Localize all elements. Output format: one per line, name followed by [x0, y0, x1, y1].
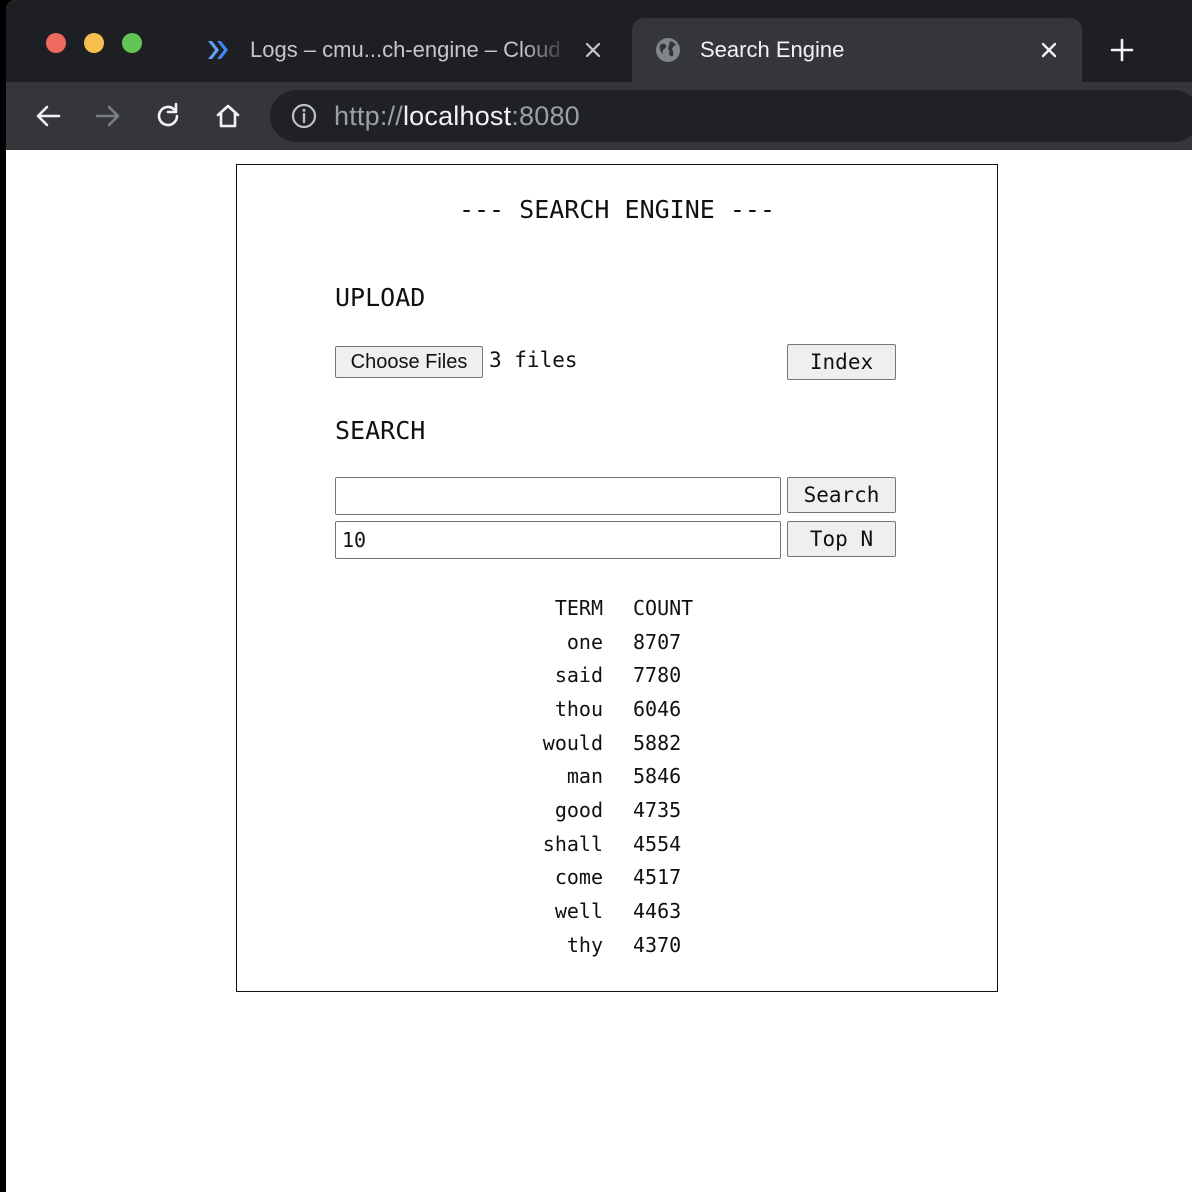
table-row: thou 6046: [527, 692, 693, 726]
table-row: shall 4554: [527, 827, 693, 861]
back-arrow-icon[interactable]: [30, 98, 66, 134]
reload-icon[interactable]: [150, 98, 186, 134]
term-cell: come: [554, 865, 603, 890]
term-column-header: TERM: [554, 595, 603, 620]
globe-icon: [656, 38, 680, 62]
cloud-logging-icon: [208, 41, 228, 59]
url-text: http://localhost:8080: [334, 101, 580, 132]
top-n-input[interactable]: [335, 521, 781, 559]
url-port: :8080: [511, 100, 580, 131]
count-cell: 7780: [633, 663, 682, 688]
tab-title: Logs – cmu...ch-engine – Cloud: [250, 37, 561, 62]
table-row: thy 4370: [527, 928, 693, 962]
count-cell: 6046: [633, 696, 682, 721]
new-tab-icon[interactable]: [1104, 34, 1140, 66]
count-cell: 4463: [633, 899, 682, 924]
table-row: well 4463: [527, 894, 693, 928]
close-tab-icon[interactable]: [1034, 35, 1064, 65]
count-cell: 4735: [633, 797, 682, 822]
tab-title: Search Engine: [700, 37, 845, 62]
search-heading: SEARCH: [335, 416, 426, 445]
choose-files-button[interactable]: Choose Files: [335, 346, 483, 378]
browser-window: Logs – cmu...ch-engine – Cloud Search En…: [6, 0, 1192, 1192]
forward-arrow-icon[interactable]: [90, 98, 126, 134]
minimize-window-button[interactable]: [84, 33, 104, 53]
close-window-button[interactable]: [46, 33, 66, 53]
search-button[interactable]: Search: [787, 477, 896, 513]
results-table: TERM COUNT one 8707 said 7780 thou 6046 wou…: [527, 591, 693, 962]
table-row: said 7780: [527, 658, 693, 692]
term-cell: shall: [542, 831, 603, 856]
top-n-button[interactable]: Top N: [787, 521, 896, 557]
index-button[interactable]: Index: [787, 344, 896, 380]
tab-search-engine[interactable]: Search Engine: [632, 18, 1082, 82]
count-cell: 5846: [633, 764, 682, 789]
site-info-icon[interactable]: [290, 102, 318, 130]
home-icon[interactable]: [210, 98, 246, 134]
count-cell: 8707: [633, 629, 682, 654]
page-content: --- SEARCH ENGINE --- UPLOAD Choose File…: [6, 150, 1192, 1192]
table-row: man 5846: [527, 759, 693, 793]
term-cell: well: [554, 899, 603, 924]
table-row: one 8707: [527, 625, 693, 659]
count-cell: 4370: [633, 932, 682, 957]
term-cell: would: [542, 730, 603, 755]
count-cell: 4554: [633, 831, 682, 856]
search-engine-panel: --- SEARCH ENGINE --- UPLOAD Choose File…: [236, 164, 998, 992]
count-cell: 5882: [633, 730, 682, 755]
count-column-header: COUNT: [633, 595, 694, 620]
search-input[interactable]: [335, 477, 781, 515]
term-cell: thou: [554, 696, 603, 721]
tab-strip: Logs – cmu...ch-engine – Cloud Search En…: [6, 0, 1192, 82]
term-cell: one: [566, 629, 603, 654]
tab-logs[interactable]: Logs – cmu...ch-engine – Cloud: [186, 18, 626, 82]
term-cell: thy: [566, 932, 603, 957]
table-header-row: TERM COUNT: [527, 591, 693, 625]
table-row: would 5882: [527, 726, 693, 760]
browser-toolbar: http://localhost:8080: [6, 82, 1192, 150]
address-bar[interactable]: http://localhost:8080: [270, 90, 1192, 142]
upload-heading: UPLOAD: [335, 283, 426, 312]
term-cell: said: [554, 663, 603, 688]
table-row: come 4517: [527, 861, 693, 895]
term-cell: good: [554, 797, 603, 822]
url-host: localhost: [402, 100, 512, 131]
table-row: good 4735: [527, 793, 693, 827]
page-title: --- SEARCH ENGINE ---: [458, 195, 776, 224]
maximize-window-button[interactable]: [122, 33, 142, 53]
count-cell: 4517: [633, 865, 682, 890]
url-scheme: http://: [334, 100, 403, 131]
file-selection-status: 3 files: [489, 348, 578, 372]
term-cell: man: [566, 764, 603, 789]
close-tab-icon[interactable]: [578, 35, 608, 65]
